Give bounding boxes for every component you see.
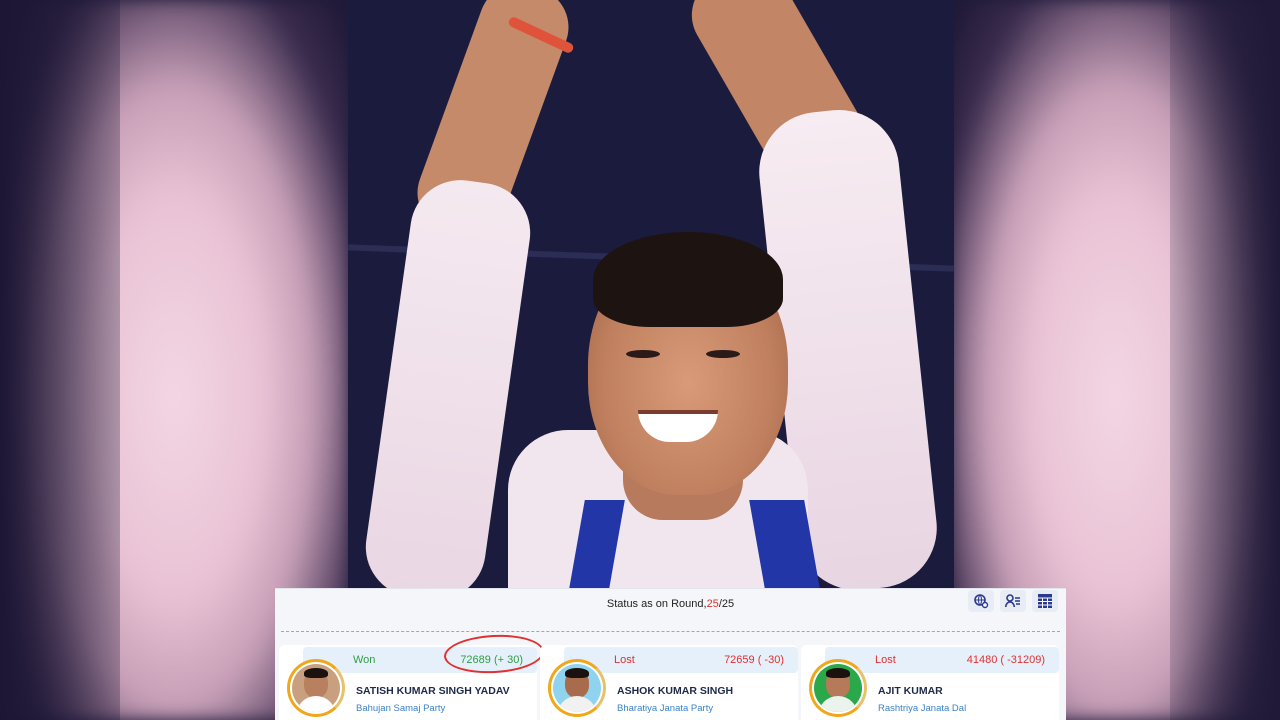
panel-toolbar: [968, 589, 1058, 613]
candidate-name: AJIT KUMAR: [878, 685, 943, 697]
table-grid-icon[interactable]: [1032, 590, 1058, 612]
result-status: Won: [353, 654, 376, 666]
avatar: [814, 664, 862, 712]
user-list-icon[interactable]: [1000, 590, 1026, 612]
hair: [593, 232, 783, 327]
avatar: [553, 664, 601, 712]
dashed-divider: [281, 631, 1060, 632]
party-name[interactable]: Bharatiya Janata Party: [617, 703, 713, 714]
results-panel: Status as on Round, 25 / 25 Won 72689 (+…: [275, 588, 1066, 720]
party-name[interactable]: Bahujan Samaj Party: [356, 703, 445, 714]
candidate-card[interactable]: Lost 72659 ( -30) ASHOK KUMAR SINGH Bhar…: [540, 645, 798, 720]
status-prefix: Status as on Round,: [606, 598, 707, 610]
candidate-name: ASHOK KUMAR SINGH: [617, 685, 734, 697]
result-status: Lost: [614, 654, 635, 666]
avatar-shirt: [296, 696, 336, 712]
eye-right: [706, 350, 740, 358]
avatar-hair: [304, 668, 328, 678]
total-rounds: 25: [721, 598, 735, 610]
candidate-card[interactable]: Won 72689 (+ 30) SATISH KUMAR SINGH YADA…: [279, 632, 545, 720]
avatar-hair: [826, 668, 850, 678]
candidate-name: SATISH KUMAR SINGH YADAV: [356, 685, 510, 697]
vote-count: 41480 ( -31209): [966, 654, 1045, 666]
avatar-hair: [565, 668, 589, 678]
eye-left: [626, 350, 660, 358]
background-shade-left: [0, 0, 120, 720]
globe-search-icon[interactable]: [968, 590, 994, 612]
round-status: Status as on Round, 25 / 25: [275, 589, 1066, 619]
background-shade-right: [1170, 0, 1280, 720]
avatar: [292, 664, 340, 712]
avatar-ring: [287, 659, 345, 717]
avatar-shirt: [557, 696, 597, 712]
avatar-ring: [548, 659, 606, 717]
candidate-card[interactable]: Lost 41480 ( -31209) AJIT KUMAR Rashtriy…: [801, 645, 1059, 720]
result-status: Lost: [875, 654, 896, 666]
current-round: 25: [706, 598, 719, 610]
candidate-cards: Won 72689 (+ 30) SATISH KUMAR SINGH YADA…: [275, 632, 1066, 720]
party-name[interactable]: Rashtriya Janata Dal: [878, 703, 966, 714]
avatar-shirt: [818, 696, 858, 712]
avatar-ring: [809, 659, 867, 717]
vote-count: 72659 ( -30): [724, 654, 784, 666]
candidate-photo: [348, 0, 954, 588]
